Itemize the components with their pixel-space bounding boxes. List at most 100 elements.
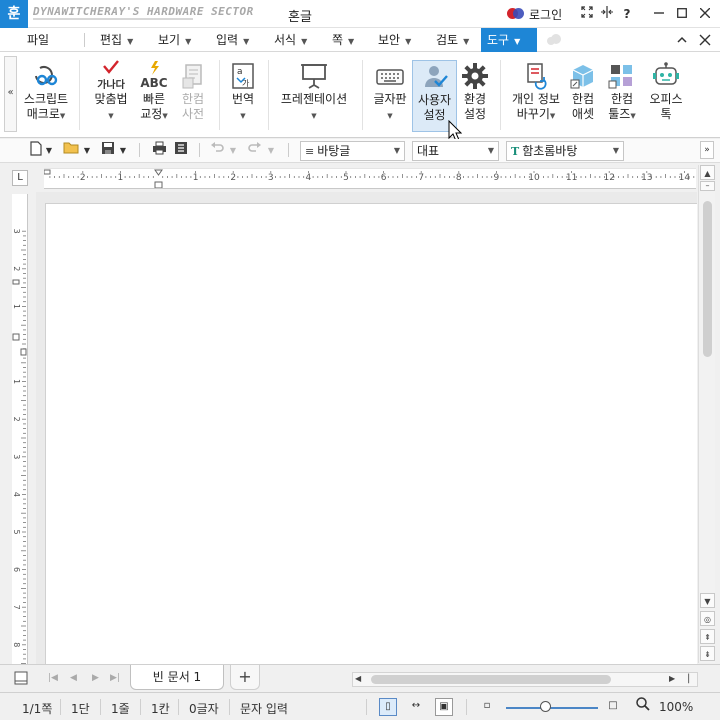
hancom-asset-icon (570, 65, 594, 89)
zoom-level[interactable]: 100% (659, 700, 693, 714)
vertical-scroll-thumb[interactable] (703, 201, 712, 357)
ruler-label: 4 (12, 492, 21, 497)
zoom-slider-track[interactable] (506, 707, 598, 709)
ruler-label: 3 (268, 173, 274, 183)
split-handle[interactable]: – (700, 181, 715, 191)
menu-review[interactable]: 검토 ▼ (430, 28, 475, 52)
web-view-icon[interactable]: ↔ (407, 698, 425, 716)
font-select[interactable]: T 함초롬바탕 ▼ (506, 141, 624, 161)
undo-icon[interactable] (208, 141, 226, 161)
menu-view[interactable]: 보기 ▼ (152, 28, 197, 52)
page-select-icon[interactable]: ◎ (700, 611, 715, 626)
open-folder-icon[interactable] (62, 141, 80, 161)
scroll-right-button[interactable]: ▶ (669, 674, 675, 683)
prev-page-icon[interactable]: ⇞ (700, 629, 715, 644)
document-page[interactable] (45, 203, 697, 664)
zoom-in-icon[interactable]: □ (604, 698, 622, 716)
last-tab-icon[interactable]: ▶| (110, 673, 120, 683)
script-macro-button[interactable]: 스크립트 매크로▼ (21, 60, 71, 132)
ruler-label: 2 (12, 266, 21, 271)
next-tab-icon[interactable]: ▶ (92, 673, 99, 683)
ruler-label: 1 (12, 379, 21, 384)
zoom-out-icon[interactable]: ▫ (478, 698, 496, 716)
status-line: 1줄 (111, 702, 130, 716)
first-tab-icon[interactable]: |◀ (48, 673, 58, 683)
ruler-label: 7 (12, 605, 21, 610)
horizontal-scrollbar[interactable]: ◀ ▶ | (352, 672, 698, 687)
save-icon[interactable] (100, 141, 116, 161)
redo-icon[interactable] (246, 141, 264, 161)
privacy-replace-icon (527, 63, 547, 90)
translate-button[interactable]: a가 번역 ▼ (218, 60, 268, 132)
redo-dropdown[interactable]: ▼ (266, 141, 276, 161)
zoom-slider-knob[interactable] (539, 701, 551, 712)
status-page[interactable]: 1/1쪽 (22, 700, 52, 717)
status-input-mode[interactable]: 문자 입력 (240, 700, 288, 717)
next-page-icon[interactable]: ⇟ (700, 646, 715, 661)
ruler-label: 8 (456, 173, 462, 183)
new-document-icon[interactable] (28, 141, 44, 161)
menu-page[interactable]: 쪽 ▼ (326, 28, 360, 52)
hancom-tools-button[interactable]: 한컴 툴즈▼ (597, 60, 647, 132)
vertical-ruler[interactable]: 3 2 1 1 2 3 4 5 6 7 8 (12, 194, 28, 664)
horizontal-ruler[interactable]: 2 1 1 2 3 4 5 6 7 8 9 10 11 12 13 14 (44, 168, 696, 189)
style-select[interactable]: ≡ 바탕글 ▼ (300, 141, 405, 161)
close-icon[interactable] (695, 4, 715, 24)
menu-tools[interactable]: 도구 ▼ (481, 28, 537, 52)
ruler-label: 11 (566, 173, 577, 183)
preview-icon[interactable] (172, 141, 190, 161)
vertical-scrollbar[interactable]: ▲ – ▼ ◎ ⇞ ⇟ (698, 165, 715, 663)
scroll-up-button[interactable]: ▲ (700, 165, 715, 180)
privacy-replace-button[interactable]: 개인 정보 바꾸기▼ (507, 60, 565, 132)
scroll-down-button[interactable]: ▼ (700, 593, 715, 608)
svg-text:가: 가 (242, 79, 250, 88)
spellcheck-icon: 가나다 (95, 60, 127, 92)
keyboard-icon (376, 69, 404, 85)
undo-dropdown[interactable]: ▼ (228, 141, 238, 161)
menu-security[interactable]: 보안 ▼ (372, 28, 417, 52)
prev-tab-icon[interactable]: ◀ (70, 673, 77, 683)
keyboard-button[interactable]: 글자판 ▼ (365, 60, 415, 132)
status-separator (140, 699, 141, 715)
scroll-left-button[interactable]: ◀ (355, 674, 361, 683)
horizontal-scroll-thumb[interactable] (371, 675, 611, 684)
hancom-dictionary-button[interactable]: 한컴 사전 (168, 60, 218, 132)
sheet-icon[interactable] (14, 671, 30, 685)
document-tab[interactable]: 빈 문서 1 (130, 665, 224, 690)
help-icon[interactable]: ? (617, 4, 637, 24)
presentation-button[interactable]: 프레젠테이션 ▼ (272, 60, 356, 132)
language-select[interactable]: 대표 ▼ (412, 141, 499, 161)
menu-file[interactable]: 파일 (21, 28, 55, 52)
fullscreen-icon[interactable] (577, 4, 597, 24)
translate-icon: a가 (232, 63, 254, 89)
toolbar-more-button[interactable]: » (700, 141, 714, 159)
new-document-dropdown[interactable]: ▼ (44, 141, 54, 161)
open-dropdown[interactable]: ▼ (82, 141, 92, 161)
print-icon[interactable] (150, 141, 168, 161)
split-icon[interactable] (597, 4, 617, 24)
menu-edit[interactable]: 편집 ▼ (94, 28, 139, 52)
save-dropdown[interactable]: ▼ (118, 141, 128, 161)
status-column: 1단 (71, 702, 90, 716)
toolbar-separator (199, 143, 200, 157)
quick-correct-icon: ABC (138, 60, 170, 92)
split-vertical-handle[interactable]: | (687, 673, 690, 684)
font-icon: T (511, 145, 520, 158)
office-talk-icon (653, 62, 679, 85)
add-tab-button[interactable]: + (230, 665, 260, 690)
ribbon-collapse-icon[interactable] (676, 34, 688, 46)
ruler-corner-tab[interactable]: L (12, 170, 28, 186)
menu-insert[interactable]: 입력 ▼ (210, 28, 255, 52)
menu-bar: 파일 편집 ▼ 보기 ▼ 입력 ▼ 서식 ▼ 쪽 ▼ 보안 ▼ 검토 ▼ 도구 ▼ (0, 28, 720, 52)
ruler-label: 10 (528, 173, 540, 183)
login-button[interactable]: 로그인 (507, 5, 562, 23)
ribbon-close-icon[interactable] (699, 34, 711, 46)
page-view-icon[interactable]: ▣ (435, 698, 453, 716)
magnifier-icon[interactable] (636, 697, 650, 715)
maximize-icon[interactable] (672, 4, 692, 24)
office-talk-button[interactable]: 오피스 톡 (641, 60, 691, 132)
edit-view-icon[interactable]: ▯ (379, 698, 397, 716)
minimize-icon[interactable] (649, 4, 669, 24)
menu-format[interactable]: 서식 ▼ (268, 28, 313, 52)
ribbon-expand-button[interactable]: « (4, 56, 17, 132)
